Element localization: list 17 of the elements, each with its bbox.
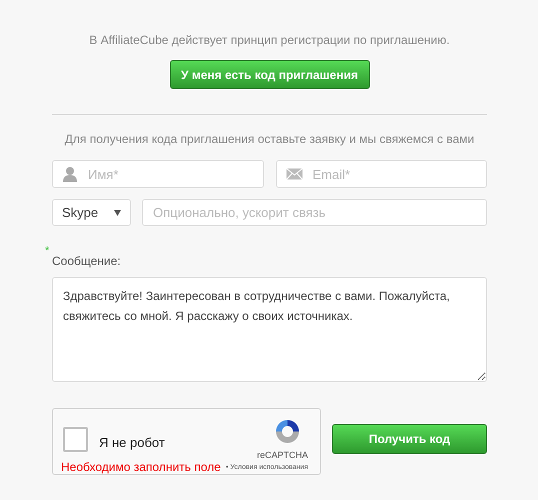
- contact-field[interactable]: Опционально, ускорит связь: [142, 199, 487, 226]
- captcha-checkbox[interactable]: [63, 427, 88, 452]
- error-message: Необходимо заполнить поле: [61, 460, 221, 474]
- envelope-icon: [286, 168, 302, 180]
- name-field[interactable]: Имя*: [52, 160, 264, 188]
- message-field[interactable]: Здравствуйте! Заинтересован в сотрудничестве с вами. Пожалуйста, свяжитесь со мной. Я расскажу о своих источниках.: [52, 277, 487, 382]
- messenger-select[interactable]: Skype: [52, 199, 131, 226]
- caret-icon: [114, 210, 121, 216]
- recaptcha-logo-icon: [274, 418, 301, 445]
- recaptcha-brand: reCAPTCHA: [256, 449, 308, 462]
- required-mark: *: [45, 244, 50, 259]
- intro-text: В AffiliateCube действует принцип регистрации по приглашению.: [89, 32, 450, 49]
- request-note: Для получения кода приглашения оставьте заявку и мы свяжемся с вами: [64, 131, 474, 148]
- message-label: Сообщение:: [52, 253, 121, 270]
- person-icon: [62, 166, 78, 182]
- captcha-label: Я не робот: [99, 434, 165, 452]
- email-field[interactable]: Email*: [276, 160, 487, 188]
